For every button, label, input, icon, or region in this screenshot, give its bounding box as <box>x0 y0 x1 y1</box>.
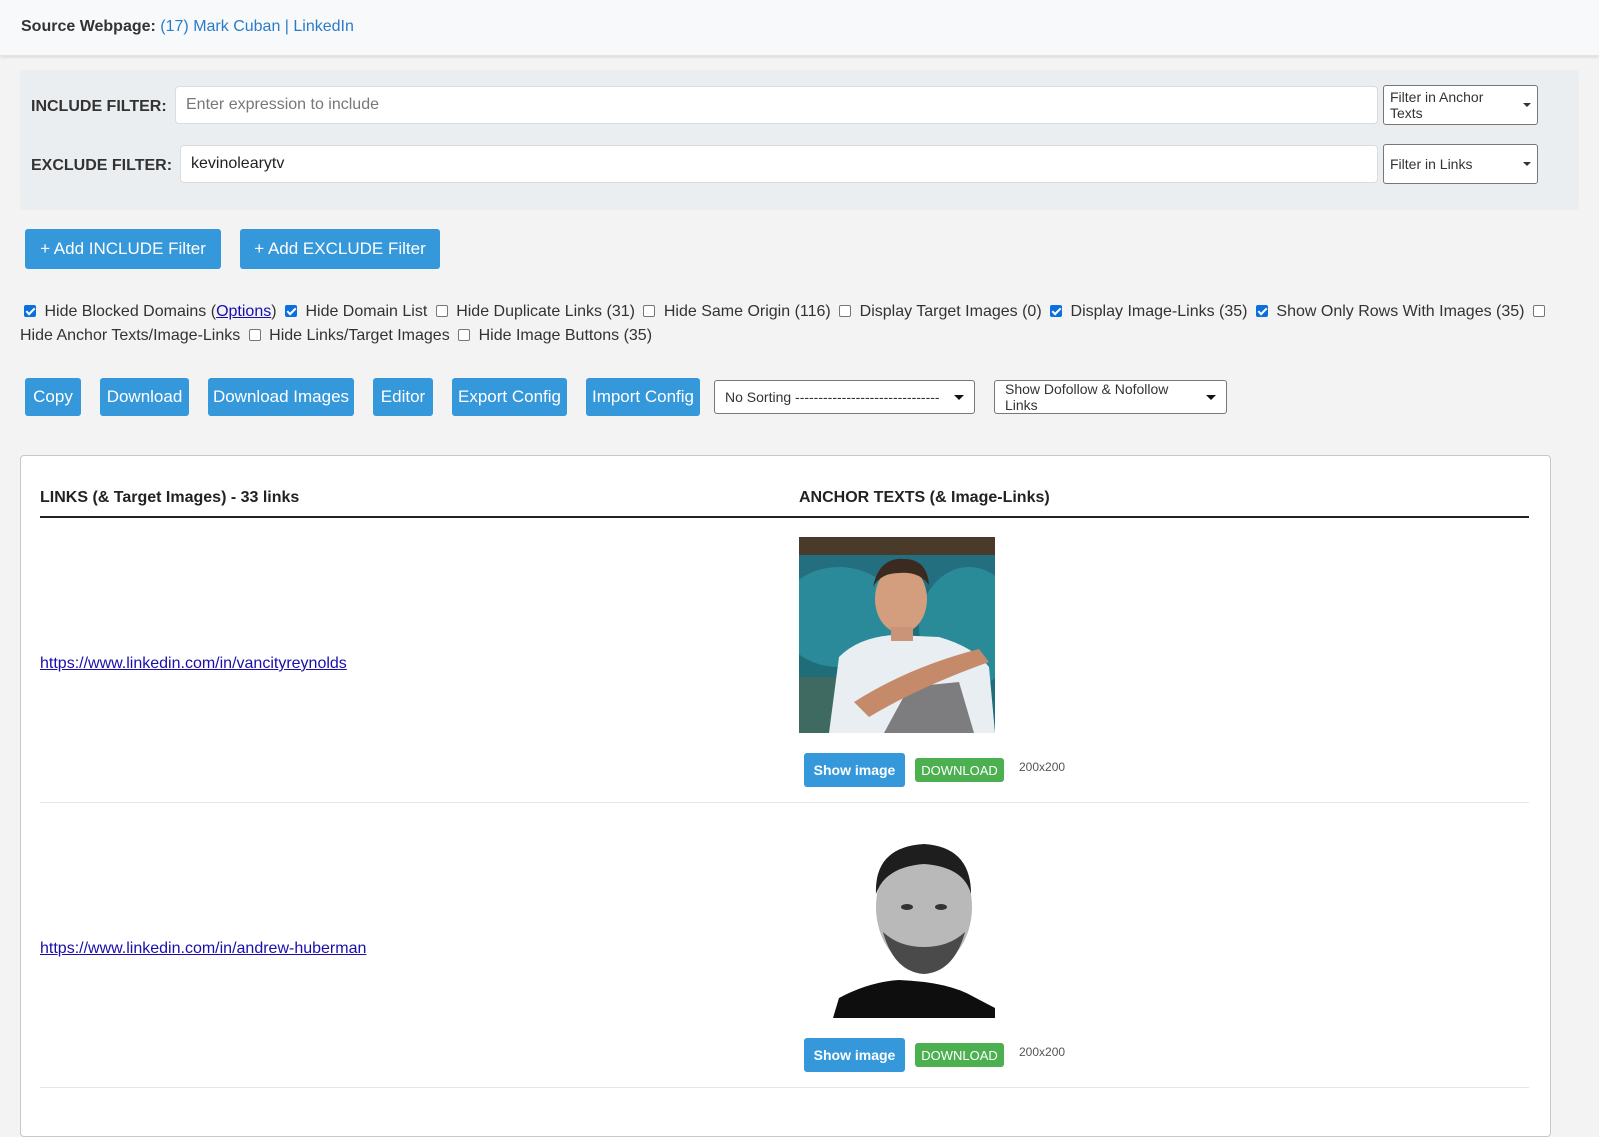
checkbox[interactable] <box>1050 305 1063 317</box>
option-hide-links-target-images[interactable]: Hide Links/Target Images <box>245 327 450 344</box>
anchor-texts-column-header: ANCHOR TEXTS (& Image-Links) <box>799 489 1050 506</box>
sorting-select[interactable]: No Sorting -----------------------------… <box>714 380 975 414</box>
exclude-filter-scope-value: Filter in Links <box>1390 156 1473 172</box>
option-hide-domain-list[interactable]: Hide Domain List <box>281 303 427 320</box>
chevron-down-icon <box>1523 162 1531 166</box>
add-exclude-filter-button[interactable]: + Add EXCLUDE Filter <box>240 229 440 269</box>
chevron-down-icon <box>1206 394 1216 400</box>
editor-button[interactable]: Editor <box>373 378 433 416</box>
checkbox[interactable] <box>285 305 297 317</box>
option-label: Hide Blocked Domains ( <box>44 303 217 320</box>
result-link[interactable]: https://www.linkedin.com/in/vancityreyno… <box>40 655 347 673</box>
download-images-button[interactable]: Download Images <box>208 378 354 416</box>
header-divider <box>40 516 1529 518</box>
results-table: LINKS (& Target Images) - 33 links ANCHO… <box>20 455 1551 1137</box>
checkbox[interactable] <box>24 305 36 317</box>
result-link[interactable]: https://www.linkedin.com/in/andrew-huber… <box>40 940 366 958</box>
option-hide-same-origin[interactable]: Hide Same Origin (116) <box>639 303 831 320</box>
include-filter-label: INCLUDE FILTER: <box>31 98 167 115</box>
option-label: Hide Image Buttons (35) <box>478 327 653 344</box>
sorting-value: No Sorting -----------------------------… <box>725 389 940 405</box>
export-config-button[interactable]: Export Config <box>452 378 567 416</box>
blocked-domains-options-link[interactable]: Options <box>216 303 271 320</box>
include-filter-input[interactable] <box>175 86 1378 124</box>
option-label: Hide Anchor Texts/Image-Links <box>20 327 241 344</box>
image-link-thumbnail[interactable] <box>799 822 995 1018</box>
checkbox[interactable] <box>1255 305 1268 317</box>
profile-photo-image <box>799 537 995 733</box>
checkbox[interactable] <box>643 305 656 317</box>
option-hide-anchor-texts[interactable]: Hide Anchor Texts/Image-Links <box>20 327 240 344</box>
follow-filter-select[interactable]: Show Dofollow & Nofollow Links <box>994 380 1227 414</box>
include-filter-scope-value: Filter in Anchor Texts <box>1390 89 1484 121</box>
source-header: Source Webpage: (17) Mark Cuban | Linked… <box>0 0 1599 56</box>
exclude-filter-scope-select[interactable]: Filter in Links <box>1383 144 1538 184</box>
exclude-filter-input[interactable] <box>180 145 1378 183</box>
row-divider <box>40 802 1529 803</box>
option-hide-blocked-domains[interactable]: Hide Blocked Domains (Options) <box>20 303 277 320</box>
show-image-button[interactable]: Show image <box>804 1038 905 1072</box>
download-image-button[interactable]: DOWNLOAD <box>915 758 1004 782</box>
checkbox[interactable] <box>248 329 261 341</box>
exclude-filter-label: EXCLUDE FILTER: <box>31 157 173 174</box>
profile-photo-image <box>799 822 995 1018</box>
option-display-target-images[interactable]: Display Target Images (0) <box>835 303 1042 320</box>
checkbox[interactable] <box>435 305 448 317</box>
option-label: Display Image-Links (35) <box>1070 303 1248 320</box>
image-link-thumbnail[interactable] <box>799 537 995 733</box>
include-filter-scope-select[interactable]: Filter in Anchor Texts <box>1383 85 1538 125</box>
option-hide-duplicate-links[interactable]: Hide Duplicate Links (31) <box>432 303 635 320</box>
filter-panel: INCLUDE FILTER: Filter in Anchor Texts E… <box>20 70 1579 210</box>
display-options: Hide Blocked Domains (Options) Hide Doma… <box>20 300 1550 348</box>
option-label: Hide Same Origin (116) <box>663 303 831 320</box>
checkbox[interactable] <box>839 305 852 317</box>
checkbox-hide-anchor-texts[interactable] <box>1532 305 1545 317</box>
option-label: Hide Duplicate Links (31) <box>456 303 635 320</box>
download-image-button[interactable]: DOWNLOAD <box>915 1043 1004 1067</box>
chevron-down-icon <box>954 394 964 400</box>
option-label: Show Only Rows With Images (35) <box>1276 303 1525 320</box>
option-label: Hide Links/Target Images <box>269 327 450 344</box>
source-label: Source Webpage: <box>21 18 156 35</box>
option-hide-image-buttons[interactable]: Hide Image Buttons (35) <box>454 327 652 344</box>
source-page-link[interactable]: (17) Mark Cuban | LinkedIn <box>160 18 354 35</box>
row-divider <box>40 1087 1529 1088</box>
option-label: ) <box>271 303 277 320</box>
option-display-image-links[interactable]: Display Image-Links (35) <box>1046 303 1248 320</box>
links-column-header: LINKS (& Target Images) - 33 links <box>40 489 300 506</box>
import-config-button[interactable]: Import Config <box>586 378 700 416</box>
image-dimensions: 200x200 <box>1019 1045 1066 1059</box>
option-show-only-rows-with-images[interactable]: Show Only Rows With Images (35) <box>1252 303 1525 320</box>
option-label: Hide Domain List <box>305 303 428 320</box>
copy-button[interactable]: Copy <box>25 378 81 416</box>
checkbox[interactable] <box>458 329 471 341</box>
source-webpage: Source Webpage: (17) Mark Cuban | Linked… <box>21 18 354 36</box>
option-label: Display Target Images (0) <box>859 303 1042 320</box>
image-dimensions: 200x200 <box>1019 760 1066 774</box>
follow-filter-value: Show Dofollow & Nofollow Links <box>1005 381 1169 413</box>
download-button[interactable]: Download <box>100 378 189 416</box>
add-include-filter-button[interactable]: + Add INCLUDE Filter <box>25 229 221 269</box>
show-image-button[interactable]: Show image <box>804 753 905 787</box>
chevron-down-icon <box>1523 103 1531 107</box>
